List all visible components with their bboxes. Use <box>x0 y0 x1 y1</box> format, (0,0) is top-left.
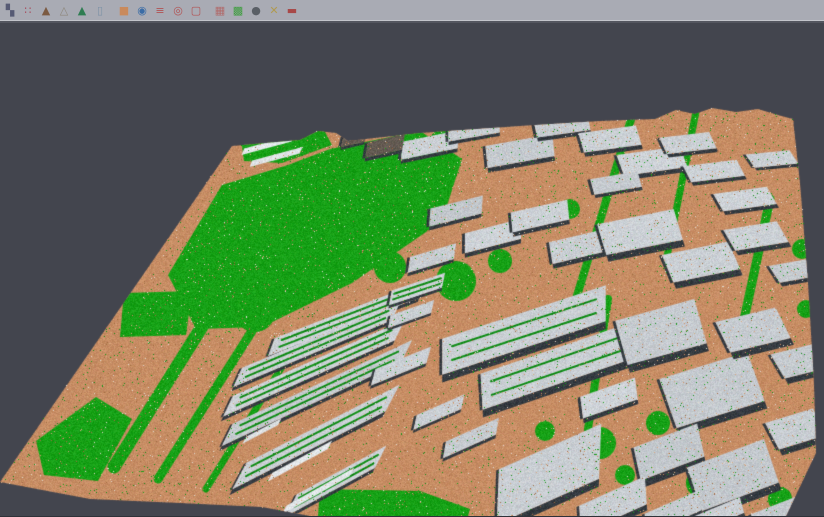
layer-stack-icon[interactable]: ≡ <box>153 3 168 18</box>
toolbar-group-separator <box>205 3 211 18</box>
app-window: ▚∷▲△▲▯■◉≡◎▢▦▩●✕▬ <box>0 0 824 517</box>
dem-terrain-icon[interactable]: ▲ <box>39 3 54 18</box>
toolbar-group-separator <box>109 3 115 18</box>
sphere-render-icon[interactable]: ● <box>249 3 264 18</box>
open-project-icon[interactable]: ▚ <box>3 3 18 18</box>
orthophoto-icon[interactable]: ■ <box>117 3 132 18</box>
viewport-3d-canvas[interactable] <box>0 23 824 516</box>
classification-raster-icon[interactable]: ▩ <box>231 3 246 18</box>
grid-cells-icon[interactable]: ▦ <box>213 3 228 18</box>
settings-gear-icon[interactable]: ◎ <box>171 3 186 18</box>
clear-scene-icon[interactable]: ✕ <box>267 3 282 18</box>
terrain-color-icon[interactable]: ▲ <box>75 3 90 18</box>
mesh-surface-icon[interactable]: △ <box>57 3 72 18</box>
profile-panel-icon[interactable]: ▯ <box>93 3 108 18</box>
color-bars-icon[interactable]: ▬ <box>285 3 300 18</box>
main-toolbar: ▚∷▲△▲▯■◉≡◎▢▦▩●✕▬ <box>0 0 824 21</box>
crop-region-icon[interactable]: ▢ <box>189 3 204 18</box>
globe-view-icon[interactable]: ◉ <box>135 3 150 18</box>
point-cloud-icon[interactable]: ∷ <box>21 3 36 18</box>
